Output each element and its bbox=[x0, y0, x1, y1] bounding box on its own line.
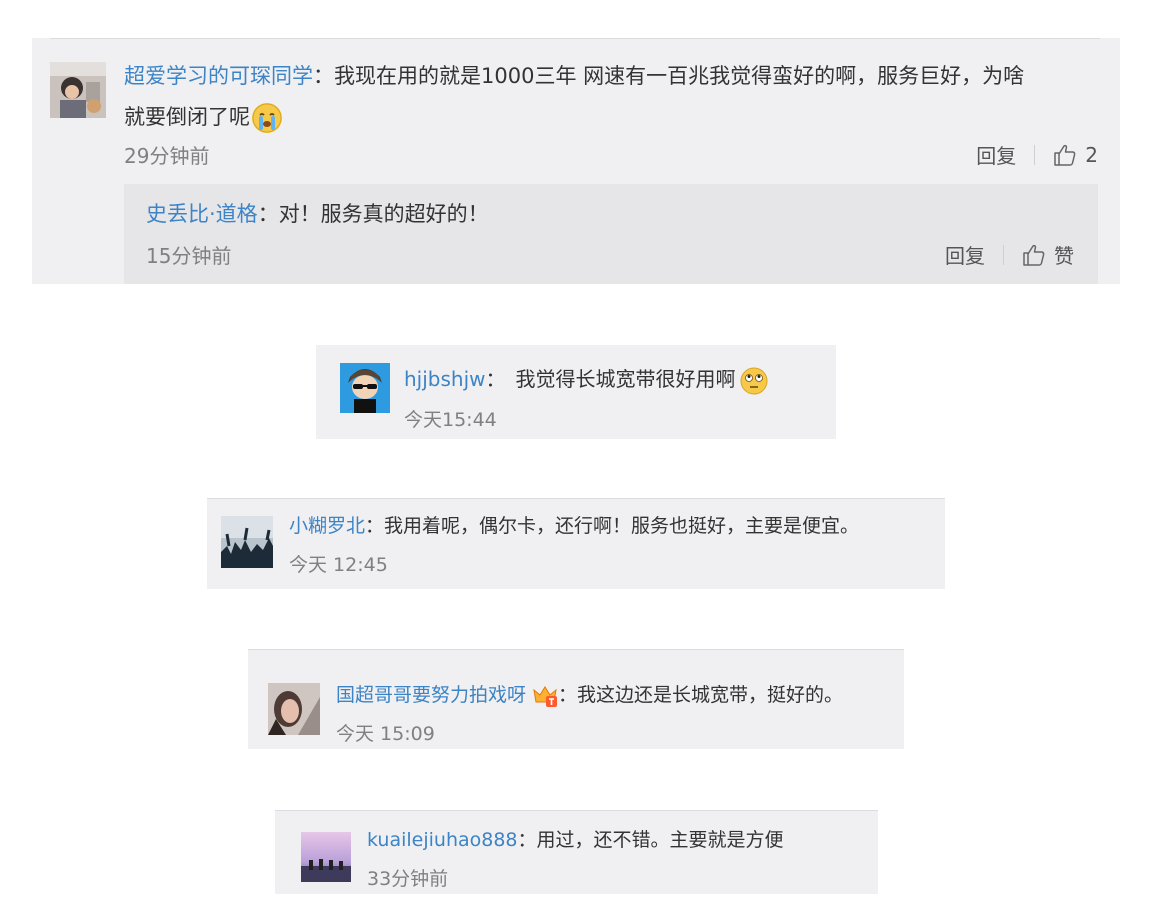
comment-text-line2: 就要倒闭了呢 bbox=[124, 105, 250, 129]
comment-card-3: 小糊罗北：我用着呢，偶尔卡，还行啊！服务也挺好，主要是便宜。 今天 12:45 bbox=[207, 498, 945, 589]
reply-button[interactable]: 回复 bbox=[976, 140, 1016, 169]
rolling-eyes-face-icon bbox=[740, 367, 768, 395]
username-link[interactable]: hjjbshjw bbox=[404, 367, 486, 391]
avatar[interactable] bbox=[340, 363, 390, 413]
separator: ： bbox=[365, 515, 385, 537]
reply-card: 史丢比·道格：对！服务真的超好的！ 15分钟前 回复 赞 bbox=[124, 184, 1098, 284]
reply-username-link[interactable]: 史丢比·道格 bbox=[146, 202, 258, 226]
username-link[interactable]: 国超哥哥要努力拍戏呀 bbox=[336, 684, 526, 706]
like-count[interactable]: 2 bbox=[1085, 143, 1098, 167]
crying-face-icon bbox=[252, 103, 282, 133]
comment-body: 超爱学习的可琛同学：我现在用的就是1000三年 网速有一百兆我觉得蛮好的啊，服务… bbox=[124, 56, 1104, 138]
comment-text: 我用着呢，偶尔卡，还行啊！服务也挺好，主要是便宜。 bbox=[384, 515, 860, 537]
reply-timestamp: 15分钟前 bbox=[146, 244, 232, 268]
separator: ： bbox=[313, 64, 334, 88]
avatar[interactable] bbox=[221, 516, 273, 568]
comment-text: 我这边还是长城宽带，挺好的。 bbox=[577, 684, 844, 706]
divider bbox=[275, 810, 878, 811]
avatar[interactable] bbox=[268, 683, 320, 735]
avatar[interactable] bbox=[301, 832, 351, 882]
comment-actions: 回复 2 bbox=[976, 140, 1098, 169]
comment-card-5: kuailejiuhao888：用过，还不错。主要就是方便 33分钟前 bbox=[275, 810, 878, 894]
vip-badge-icon bbox=[532, 684, 558, 708]
divider bbox=[1003, 244, 1004, 265]
username-link[interactable]: 超爱学习的可琛同学 bbox=[124, 64, 313, 88]
thumbs-up-icon[interactable] bbox=[1022, 243, 1046, 267]
comment-text: 我觉得长城宽带很好用啊 bbox=[515, 367, 736, 391]
comment-text: 我现在用的就是1000三年 网速有一百兆我觉得蛮好的啊，服务巨好，为啥 bbox=[334, 64, 1025, 88]
reply-text: 对！服务真的超好的！ bbox=[278, 202, 489, 226]
comment-body: 国超哥哥要努力拍戏呀 ：我这边还是长城宽带，挺好的。 bbox=[336, 681, 843, 709]
username-link[interactable]: kuailejiuhao888 bbox=[367, 829, 518, 851]
divider bbox=[1034, 144, 1036, 165]
timestamp: 今天 15:09 bbox=[336, 723, 435, 745]
comment-body: hjjbshjw： 我觉得长城宽带很好用啊 bbox=[404, 365, 768, 395]
timestamp: 今天 12:45 bbox=[289, 554, 388, 576]
divider bbox=[50, 38, 1100, 39]
comment-body: 小糊罗北：我用着呢，偶尔卡，还行啊！服务也挺好，主要是便宜。 bbox=[289, 512, 859, 540]
reply-body: 史丢比·道格：对！服务真的超好的！ bbox=[146, 198, 489, 230]
separator: ： bbox=[257, 202, 279, 226]
thumbs-up-icon[interactable] bbox=[1053, 143, 1077, 167]
divider bbox=[248, 649, 904, 650]
like-label[interactable]: 赞 bbox=[1054, 240, 1074, 269]
timestamp: 29分钟前 bbox=[124, 144, 210, 168]
divider bbox=[207, 498, 945, 499]
comment-card-4: 国超哥哥要努力拍戏呀 ：我这边还是长城宽带，挺好的。 今天 15:09 bbox=[248, 649, 904, 749]
username-link[interactable]: 小糊罗北 bbox=[289, 515, 365, 537]
timestamp: 33分钟前 bbox=[367, 868, 449, 890]
separator: ： bbox=[558, 684, 578, 706]
comment-card-1: 超爱学习的可琛同学：我现在用的就是1000三年 网速有一百兆我觉得蛮好的啊，服务… bbox=[32, 38, 1120, 284]
separator: ： bbox=[485, 367, 506, 391]
separator: ： bbox=[517, 829, 537, 851]
reply-actions: 回复 赞 bbox=[945, 240, 1074, 269]
avatar[interactable] bbox=[50, 62, 106, 118]
comment-body: kuailejiuhao888：用过，还不错。主要就是方便 bbox=[367, 826, 784, 854]
comment-card-2: hjjbshjw： 我觉得长城宽带很好用啊 今天15:44 bbox=[316, 345, 836, 439]
timestamp: 今天15:44 bbox=[404, 409, 497, 431]
reply-button[interactable]: 回复 bbox=[945, 240, 985, 269]
comment-text: 用过，还不错。主要就是方便 bbox=[536, 829, 784, 851]
